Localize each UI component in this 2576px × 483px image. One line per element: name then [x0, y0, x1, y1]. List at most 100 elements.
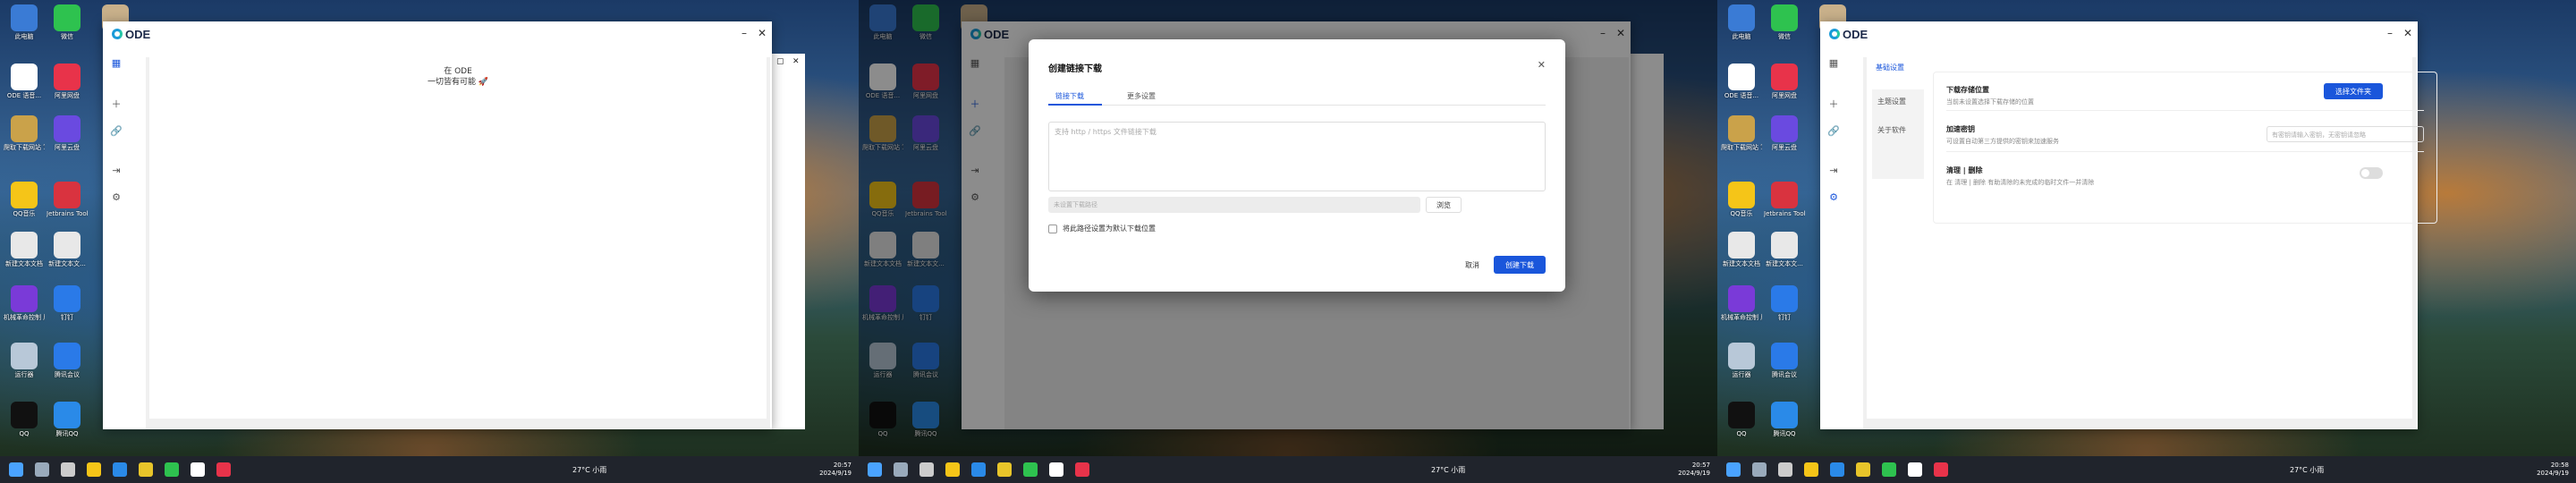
ode-taskbar-icon[interactable] [1049, 462, 1063, 477]
search-icon[interactable] [35, 462, 49, 477]
settings-icon[interactable]: ⚙ [1820, 186, 1847, 208]
wps-icon[interactable] [216, 462, 231, 477]
wps-icon[interactable] [1934, 462, 1948, 477]
desktop-icon[interactable]: Jetbrains Tool... [1764, 179, 1805, 224]
ode-taskbar-icon[interactable] [1908, 462, 1922, 477]
link-icon[interactable]: 🔗 [103, 120, 130, 141]
explorer-icon[interactable] [87, 462, 101, 477]
desktop-icon[interactable]: 机械革命控制 服务中心 [4, 283, 45, 327]
add-icon[interactable]: ＋ [1820, 93, 1847, 114]
desktop-icon[interactable]: 阿里云盘 [47, 113, 88, 157]
desktop-icon[interactable]: 爬取下载网站 写真 百日... [4, 113, 45, 157]
desktop-icon[interactable]: QQ [4, 399, 45, 444]
nav-basic-settings[interactable]: 基础设置 [1876, 63, 1904, 72]
maximize-icon[interactable]: ▢ [776, 57, 784, 66]
desktop-icon[interactable]: Jetbrains Tool... [47, 179, 88, 224]
desktop-icon[interactable]: 爬取下载网站 写真 百日... [1721, 113, 1762, 157]
chrome-icon[interactable] [139, 462, 153, 477]
desktop-icon[interactable]: 阿里网盘 [1764, 61, 1805, 106]
weather-widget[interactable]: 27°C 小雨 [1431, 456, 1465, 483]
clock[interactable]: 20:58 2024/9/19 [2537, 462, 2569, 478]
clock-date: 2024/9/19 [1678, 470, 1710, 477]
url-textarea[interactable]: 支持 http / https 文件链接下载 [1048, 122, 1546, 191]
minimize-button[interactable]: – [738, 27, 750, 39]
edge-icon[interactable] [113, 462, 127, 477]
desktop-icon[interactable]: 腾讯QQ [47, 399, 88, 444]
windows-icon[interactable] [9, 462, 23, 477]
tab-more-settings[interactable]: 更多设置 [1127, 91, 1156, 101]
taskview-icon[interactable] [919, 462, 934, 477]
accel-key-input[interactable]: 有密钥请输入密钥，无密钥请忽略 [2267, 126, 2424, 142]
close-button[interactable]: ✕ [756, 27, 768, 39]
link-icon[interactable]: 🔗 [1820, 120, 1847, 141]
desktop-icon[interactable]: 新建文本文... [47, 229, 88, 274]
ode-taskbar-icon[interactable] [191, 462, 205, 477]
edge-icon[interactable] [971, 462, 986, 477]
desktop-icon[interactable]: QQ音乐 [1721, 179, 1762, 224]
search-icon[interactable] [1752, 462, 1767, 477]
create-download-button[interactable]: 创建下载 [1494, 256, 1546, 274]
dialog-close-button[interactable]: ✕ [1538, 59, 1546, 71]
nav-theme-settings[interactable]: 主题设置 [1877, 97, 1906, 106]
chrome-icon[interactable] [997, 462, 1012, 477]
close-icon[interactable]: ✕ [792, 57, 800, 66]
weather-widget[interactable]: 27°C 小雨 [2290, 456, 2324, 483]
desktop-icon[interactable]: 钉钉 [47, 283, 88, 327]
desktop-icon[interactable]: ODE 语音... [1721, 61, 1762, 106]
dialog-title: 创建链接下载 [1048, 64, 1102, 74]
desktop-icon[interactable]: QQ [1721, 399, 1762, 444]
desktop-icon[interactable]: 阿里网盘 [47, 61, 88, 106]
desktop-icon[interactable]: ODE 语音... [4, 61, 45, 106]
wechat-icon[interactable] [1023, 462, 1038, 477]
clock[interactable]: 20:57 2024/9/19 [1678, 462, 1710, 478]
grid-icon[interactable]: ▦ [1820, 52, 1847, 73]
taskview-icon[interactable] [1778, 462, 1792, 477]
grid-icon[interactable]: ▦ [103, 52, 130, 73]
wps-icon[interactable] [1075, 462, 1089, 477]
desktop-icon[interactable]: 机械革命控制 服务中心 [1721, 283, 1762, 327]
add-icon[interactable]: ＋ [103, 93, 130, 114]
import-icon[interactable]: ⇥ [103, 159, 130, 181]
default-path-option[interactable]: 将此路径设置为默认下载位置 [1048, 224, 1156, 233]
download-path-input[interactable]: 未设置下载路径 [1048, 197, 1420, 213]
desktop-icon[interactable]: 微信 [1764, 2, 1805, 47]
import-icon[interactable]: ⇥ [1820, 159, 1847, 181]
tab-link-download[interactable]: 链接下载 [1055, 91, 1084, 101]
desktop-icon[interactable]: 新建文本文档 [4, 229, 45, 274]
desktop-icon[interactable]: 此电脑 [4, 2, 45, 47]
taskview-icon[interactable] [61, 462, 75, 477]
desktop-icon[interactable]: 新建文本文... [1764, 229, 1805, 274]
desktop-icon[interactable]: 腾讯会议 [47, 340, 88, 385]
desktop-icon[interactable]: 微信 [47, 2, 88, 47]
search-icon[interactable] [894, 462, 908, 477]
windows-icon[interactable] [868, 462, 882, 477]
desktop-icon[interactable]: 运行器 [4, 340, 45, 385]
desktop-icon[interactable]: 阿里云盘 [1764, 113, 1805, 157]
divider [1946, 110, 2424, 111]
windows-icon[interactable] [1726, 462, 1741, 477]
explorer-icon[interactable] [1804, 462, 1818, 477]
edge-icon[interactable] [1830, 462, 1844, 477]
default-path-checkbox[interactable] [1048, 224, 1057, 233]
desktop-icon[interactable]: 钉钉 [1764, 283, 1805, 327]
chrome-icon[interactable] [1856, 462, 1870, 477]
wechat-icon[interactable] [165, 462, 179, 477]
cleanup-toggle[interactable] [2360, 167, 2383, 179]
settings-icon[interactable]: ⚙ [103, 186, 130, 208]
wechat-icon[interactable] [1882, 462, 1896, 477]
desktop-icon[interactable]: QQ音乐 [4, 179, 45, 224]
minimize-button[interactable]: – [2384, 27, 2396, 39]
desktop-icon[interactable]: 腾讯会议 [1764, 340, 1805, 385]
nav-about[interactable]: 关于软件 [1877, 125, 1906, 135]
explorer-icon[interactable] [945, 462, 960, 477]
choose-folder-button[interactable]: 选择文件夹 [2324, 83, 2383, 99]
weather-widget[interactable]: 27°C 小雨 [572, 456, 606, 483]
browse-button[interactable]: 浏览 [1426, 197, 1462, 213]
close-button[interactable]: ✕ [2402, 27, 2414, 39]
clock[interactable]: 20:57 2024/9/19 [819, 462, 852, 478]
desktop-icon[interactable]: 腾讯QQ [1764, 399, 1805, 444]
cancel-button[interactable]: 取消 [1456, 256, 1488, 274]
desktop-icon[interactable]: 运行器 [1721, 340, 1762, 385]
desktop-icon[interactable]: 此电脑 [1721, 2, 1762, 47]
desktop-icon[interactable]: 新建文本文档 [1721, 229, 1762, 274]
